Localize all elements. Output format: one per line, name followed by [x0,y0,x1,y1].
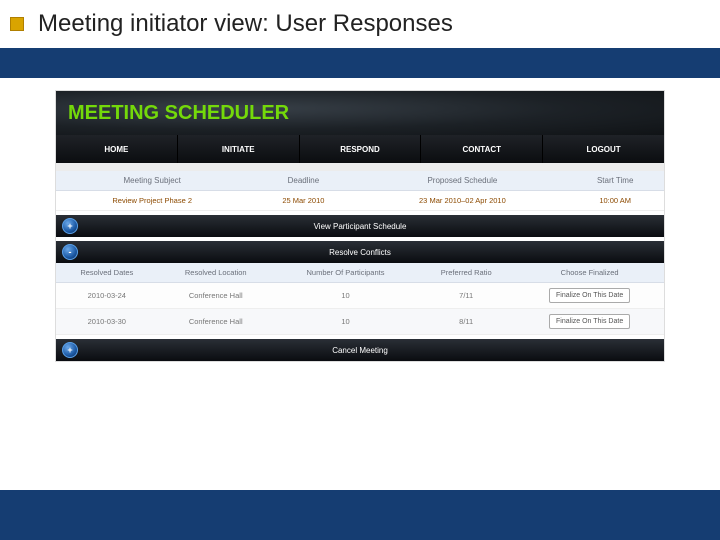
cell-date: 2010-03-30 [56,309,158,335]
cell-location: Conference Hall [158,309,274,335]
slide-title: Meeting initiator view: User Responses [38,10,453,38]
slide-title-band: Meeting initiator view: User Responses [0,0,720,48]
view-participant-schedule-bar[interactable]: + View Participant Schedule [56,215,664,237]
finalize-button[interactable]: Finalize On This Date [549,314,630,329]
plus-icon: + [62,342,78,358]
main-nav: HOME INITIATE RESPOND CONTACT LOGOUT [56,135,664,163]
cell-proposed: 23 Mar 2010–02 Apr 2010 [358,191,566,211]
cell-location: Conference Hall [158,283,274,309]
cell-participants: 10 [274,309,417,335]
cell-subject: Review Project Phase 2 [56,191,248,211]
table-row: Review Project Phase 2 25 Mar 2010 23 Ma… [56,191,664,211]
minus-icon: - [62,244,78,260]
meeting-summary-table: Meeting Subject Deadline Proposed Schedu… [56,171,664,211]
cell-ratio: 8/11 [417,309,515,335]
col-resolved-location: Resolved Location [158,263,274,283]
nav-logout[interactable]: LOGOUT [543,135,664,163]
col-preferred-ratio: Preferred Ratio [417,263,515,283]
accent-band [0,48,720,78]
finalize-button[interactable]: Finalize On This Date [549,288,630,303]
col-proposed: Proposed Schedule [358,171,566,191]
app-header: MEETING SCHEDULER [56,91,664,135]
spacer [56,163,664,171]
table-row: 2010-03-24 Conference Hall 10 7/11 Final… [56,283,664,309]
cancel-meeting-bar[interactable]: + Cancel Meeting [56,339,664,361]
footer-band [0,490,720,540]
resolve-conflicts-bar[interactable]: - Resolve Conflicts [56,241,664,263]
screenshot-panel: MEETING SCHEDULER HOME INITIATE RESPOND … [55,90,665,362]
brand-logo: MEETING SCHEDULER [68,102,289,125]
cell-ratio: 7/11 [417,283,515,309]
cell-action: Finalize On This Date [515,283,664,309]
nav-initiate[interactable]: INITIATE [178,135,300,163]
resolve-conflicts-table: Resolved Dates Resolved Location Number … [56,263,664,335]
view-participant-schedule-label: View Participant Schedule [314,222,407,231]
cancel-meeting-label: Cancel Meeting [332,346,388,355]
bullet-square-icon [10,17,24,31]
resolve-conflicts-label: Resolve Conflicts [329,248,391,257]
col-subject: Meeting Subject [56,171,248,191]
col-num-participants: Number Of Participants [274,263,417,283]
col-resolved-dates: Resolved Dates [56,263,158,283]
cell-date: 2010-03-24 [56,283,158,309]
nav-contact[interactable]: CONTACT [421,135,543,163]
plus-icon: + [62,218,78,234]
table-row: 2010-03-30 Conference Hall 10 8/11 Final… [56,309,664,335]
nav-respond[interactable]: RESPOND [300,135,422,163]
cell-start: 10:00 AM [566,191,664,211]
cell-action: Finalize On This Date [515,309,664,335]
cell-participants: 10 [274,283,417,309]
col-start: Start Time [566,171,664,191]
col-choose-finalized: Choose Finalized [515,263,664,283]
cell-deadline: 25 Mar 2010 [248,191,358,211]
col-deadline: Deadline [248,171,358,191]
nav-home[interactable]: HOME [56,135,178,163]
